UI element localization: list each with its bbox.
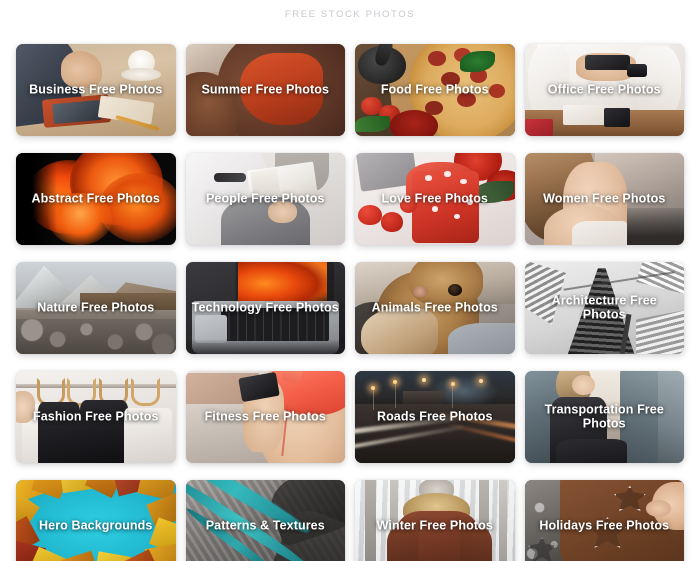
office-phone <box>585 55 630 70</box>
holidays-finger <box>645 500 672 517</box>
fashion-hang4 <box>130 378 160 406</box>
food-pep1 <box>428 51 446 67</box>
love-d4 <box>431 206 438 212</box>
office-pen <box>604 108 630 127</box>
photo-category-page: FREE STOCK PHOTOS Business Free Photos Su… <box>0 0 700 561</box>
category-card-transportation[interactable]: Transportation Free Photos <box>524 371 684 463</box>
category-card-abstract-label: Abstract Free Photos <box>31 191 160 206</box>
office-watch <box>626 64 648 78</box>
category-card-summer[interactable]: Summer Free Photos <box>185 44 345 136</box>
category-card-fitness[interactable]: Fitness Free Photos <box>185 371 345 463</box>
category-card-business[interactable]: Business Free Photos <box>16 44 176 136</box>
category-card-technology[interactable]: Technology Free Photos <box>185 262 345 354</box>
love-d1 <box>425 175 432 181</box>
love-d2 <box>444 171 451 177</box>
love-d3 <box>460 178 467 185</box>
people-glasses <box>214 173 247 183</box>
abstract-s3 <box>98 173 176 244</box>
category-card-transportation-label: Transportation Free Photos <box>544 402 664 430</box>
category-card-roads-label: Roads Free Photos <box>376 409 493 424</box>
roads-lamp1 <box>370 385 375 390</box>
category-card-business-label: Business Free Photos <box>29 82 163 97</box>
office-redbook <box>524 119 554 136</box>
category-card-summer-label: Summer Free Photos <box>201 82 330 97</box>
category-card-office-label: Office Free Photos <box>547 82 661 97</box>
winter-sleeveL <box>386 527 419 561</box>
animals-eye <box>447 284 462 297</box>
category-card-hero-backgrounds[interactable]: Hero Backgrounds <box>16 480 176 561</box>
category-card-architecture-label: Architecture Free Photos <box>551 293 657 321</box>
category-card-women[interactable]: Women Free Photos <box>524 153 684 245</box>
category-card-technology-label: Technology Free Photos <box>191 300 339 315</box>
category-card-architecture[interactable]: Architecture Free Photos <box>524 262 684 354</box>
roads-lamp4 <box>450 382 455 387</box>
category-card-food[interactable]: Food Free Photos <box>355 44 515 136</box>
category-card-abstract[interactable]: Abstract Free Photos <box>16 153 176 245</box>
nature-rocks <box>16 319 176 354</box>
transport-face <box>572 374 595 395</box>
women-cloth <box>572 221 627 245</box>
category-card-people-label: People Free Photos <box>206 191 325 206</box>
category-card-patterns-textures[interactable]: Patterns & Textures <box>185 480 345 561</box>
page-title: FREE STOCK PHOTOS <box>284 8 416 20</box>
love-h2 <box>380 211 403 233</box>
category-card-roads[interactable]: Roads Free Photos <box>355 371 515 463</box>
category-card-fashion[interactable]: Fashion Free Photos <box>16 371 176 463</box>
category-card-nature[interactable]: Nature Free Photos <box>16 262 176 354</box>
category-card-people[interactable]: People Free Photos <box>185 153 345 245</box>
category-card-holidays-label: Holidays Free Photos <box>539 518 670 533</box>
category-card-winter-label: Winter Free Photos <box>376 518 493 533</box>
winter-sleeveR <box>460 527 493 561</box>
animals-blanket <box>447 322 515 354</box>
transport-leg <box>556 439 627 463</box>
category-card-fashion-label: Fashion Free Photos <box>32 409 159 424</box>
category-card-holidays[interactable]: Holidays Free Photos <box>524 480 684 561</box>
roads-post2 <box>394 380 396 408</box>
category-card-animals-label: Animals Free Photos <box>371 300 498 315</box>
love-h1 <box>358 204 383 225</box>
category-card-animals[interactable]: Animals Free Photos <box>355 262 515 354</box>
category-card-office[interactable]: Office Free Photos <box>524 44 684 136</box>
category-card-grid: Business Free Photos Summer Free Photos Fo… <box>16 28 684 561</box>
roads-bridge <box>402 391 445 405</box>
category-card-hero-backgrounds-label: Hero Backgrounds <box>39 518 153 533</box>
category-card-food-label: Food Free Photos <box>380 82 489 97</box>
food-bowl <box>390 110 438 136</box>
page-header: FREE STOCK PHOTOS <box>16 0 684 28</box>
category-card-fitness-label: Fitness Free Photos <box>204 409 326 424</box>
food-herb <box>355 115 391 133</box>
animals-furl <box>361 308 438 354</box>
category-card-love-label: Love Free Photos <box>381 191 488 206</box>
category-card-nature-label: Nature Free Photos <box>37 300 155 315</box>
business-saucer <box>121 67 162 81</box>
love-box <box>412 171 480 244</box>
category-card-patterns-textures-label: Patterns & Textures <box>205 518 325 533</box>
tech-deskfade <box>185 339 345 354</box>
category-card-love[interactable]: Love Free Photos <box>355 153 515 245</box>
category-card-winter[interactable]: Winter Free Photos <box>355 480 515 561</box>
category-card-women-label: Women Free Photos <box>543 191 666 206</box>
